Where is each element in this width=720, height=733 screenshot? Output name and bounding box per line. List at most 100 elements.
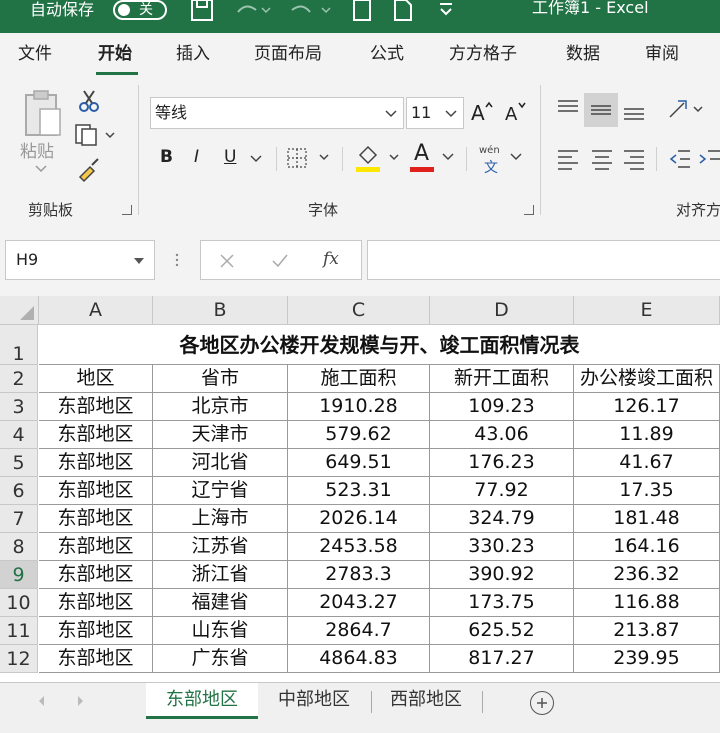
increase-font-size-icon[interactable]: A <box>470 99 496 125</box>
table-cell[interactable]: 2783.3 <box>288 561 430 589</box>
table-cell[interactable]: 817.27 <box>430 645 574 673</box>
paste-dropdown-icon[interactable] <box>34 165 48 173</box>
table-cell[interactable]: 浙江省 <box>153 561 288 589</box>
table-cell[interactable]: 东部地区 <box>39 533 153 561</box>
enter-icon[interactable] <box>271 253 289 269</box>
fill-color-icon[interactable] <box>354 143 400 173</box>
tab-fangfang[interactable]: 方方格子 <box>449 43 517 65</box>
column-header[interactable]: A <box>39 296 153 325</box>
table-cell[interactable]: 山东省 <box>153 617 288 645</box>
italic-button[interactable]: I <box>194 147 199 167</box>
phonetic-dropdown-icon[interactable] <box>510 153 522 161</box>
table-cell[interactable]: 330.23 <box>430 533 574 561</box>
header-cell[interactable]: 施工面积 <box>288 365 430 393</box>
touch-mode-icon[interactable] <box>350 0 374 22</box>
align-bottom-icon[interactable] <box>622 99 646 123</box>
row-header[interactable]: 6 <box>0 477 38 505</box>
table-cell[interactable]: 东部地区 <box>39 421 153 449</box>
sheet-tab-east[interactable]: 东部地区 <box>146 683 258 719</box>
table-cell[interactable]: 东部地区 <box>39 449 153 477</box>
column-header[interactable]: B <box>153 296 288 325</box>
row-header[interactable]: 2 <box>0 365 38 393</box>
scroll-left-icon[interactable] <box>36 695 46 707</box>
row-header[interactable]: 4 <box>0 421 38 449</box>
table-cell[interactable]: 239.95 <box>574 645 720 673</box>
bold-button[interactable]: B <box>160 147 173 167</box>
row-header[interactable]: 10 <box>0 589 38 617</box>
table-cell[interactable]: 东部地区 <box>39 589 153 617</box>
decrease-indent-icon[interactable] <box>668 147 692 171</box>
save-icon[interactable] <box>188 0 216 22</box>
tab-home[interactable]: 开始 <box>98 43 132 65</box>
table-cell[interactable]: 116.88 <box>574 589 720 617</box>
table-cell[interactable]: 11.89 <box>574 421 720 449</box>
increase-indent-icon[interactable] <box>698 147 720 171</box>
table-cell[interactable]: 77.92 <box>430 477 574 505</box>
table-cell[interactable]: 广东省 <box>153 645 288 673</box>
font-color-button[interactable]: A <box>414 141 429 166</box>
table-cell[interactable]: 176.23 <box>430 449 574 477</box>
row-header[interactable]: 7 <box>0 505 38 533</box>
font-color-dropdown-icon[interactable] <box>442 153 454 161</box>
table-title-cell[interactable]: 各地区办公楼开发规模与开、竣工面积情况表 <box>39 325 720 365</box>
table-cell[interactable]: 天津市 <box>153 421 288 449</box>
table-cell[interactable]: 河北省 <box>153 449 288 477</box>
table-cell[interactable]: 173.75 <box>430 589 574 617</box>
cancel-icon[interactable] <box>219 253 235 269</box>
table-cell[interactable]: 109.23 <box>430 393 574 421</box>
align-middle-button[interactable] <box>584 93 618 127</box>
tab-file[interactable]: 文件 <box>18 43 52 65</box>
table-cell[interactable]: 4864.83 <box>288 645 430 673</box>
clipboard-launcher-icon[interactable] <box>122 205 132 215</box>
table-cell[interactable]: 东部地区 <box>39 393 153 421</box>
column-header[interactable]: E <box>574 296 720 325</box>
row-header[interactable]: 5 <box>0 449 38 477</box>
align-left-icon[interactable] <box>556 147 580 171</box>
table-cell[interactable]: 东部地区 <box>39 505 153 533</box>
drag-handle-icon[interactable] <box>172 252 182 268</box>
name-box[interactable]: H9 <box>5 240 155 280</box>
table-cell[interactable]: 625.52 <box>430 617 574 645</box>
row-header[interactable]: 1 <box>0 325 38 365</box>
column-header[interactable]: D <box>430 296 574 325</box>
table-cell[interactable]: 523.31 <box>288 477 430 505</box>
text-orientation-icon[interactable] <box>666 95 706 123</box>
borders-icon[interactable] <box>286 147 330 169</box>
formula-input[interactable] <box>367 240 720 280</box>
table-cell[interactable]: 东部地区 <box>39 645 153 673</box>
table-cell[interactable]: 北京市 <box>153 393 288 421</box>
add-sheet-button[interactable] <box>530 691 554 715</box>
row-header[interactable]: 3 <box>0 393 38 421</box>
insert-function-button[interactable]: fx <box>323 249 339 269</box>
font-name-select[interactable]: 等线 <box>150 97 404 129</box>
select-all-corner[interactable] <box>0 296 39 325</box>
table-cell[interactable]: 东部地区 <box>39 477 153 505</box>
paste-icon[interactable] <box>18 89 64 141</box>
table-cell[interactable]: 上海市 <box>153 505 288 533</box>
table-cell[interactable]: 43.06 <box>430 421 574 449</box>
table-cell[interactable]: 324.79 <box>430 505 574 533</box>
header-cell[interactable]: 省市 <box>153 365 288 393</box>
sheet-tab-central[interactable]: 中部地区 <box>258 683 370 719</box>
row-header[interactable]: 12 <box>0 645 38 673</box>
table-cell[interactable]: 2026.14 <box>288 505 430 533</box>
decrease-font-size-icon[interactable]: A <box>503 99 529 125</box>
tab-review[interactable]: 审阅 <box>645 43 679 65</box>
phonetic-guide-button[interactable]: wén 文 <box>478 145 508 176</box>
tab-data[interactable]: 数据 <box>566 43 600 65</box>
customize-toolbar-icon[interactable] <box>438 0 454 22</box>
table-cell[interactable]: 福建省 <box>153 589 288 617</box>
autosave-toggle[interactable]: 关 <box>113 0 167 20</box>
table-cell[interactable]: 辽宁省 <box>153 477 288 505</box>
table-cell[interactable]: 126.17 <box>574 393 720 421</box>
header-cell[interactable]: 地区 <box>39 365 153 393</box>
undo-icon[interactable] <box>232 0 272 22</box>
redo-icon[interactable] <box>290 0 334 22</box>
row-header[interactable]: 9 <box>0 561 38 589</box>
table-cell[interactable]: 390.92 <box>430 561 574 589</box>
column-header[interactable]: C <box>288 296 430 325</box>
underline-dropdown-icon[interactable] <box>250 155 262 163</box>
table-cell[interactable]: 2453.58 <box>288 533 430 561</box>
sheet-tab-west[interactable]: 西部地区 <box>371 683 481 719</box>
row-header[interactable]: 8 <box>0 533 38 561</box>
